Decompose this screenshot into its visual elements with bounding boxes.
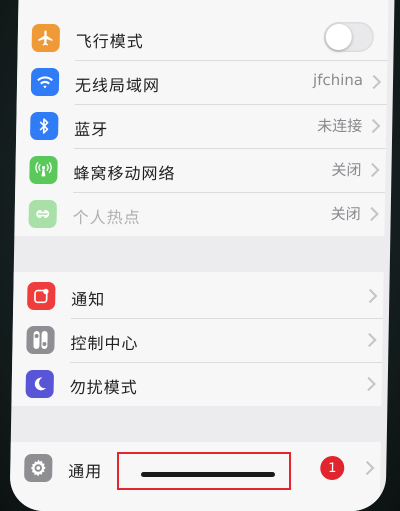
- hotspot-icon: [28, 200, 57, 228]
- gear-icon: [24, 454, 53, 482]
- settings-screen: 飞行模式 无线局域网 jfchina 蓝牙 未连接 蜂窝移动网络 关闭 个人热点…: [9, 0, 395, 511]
- cellular-label: 蜂窝移动网络: [73, 164, 176, 183]
- connectivity-section: 飞行模式 无线局域网 jfchina 蓝牙 未连接 蜂窝移动网络 关闭 个人热点…: [14, 0, 389, 236]
- airplane-mode-label: 飞行模式: [75, 32, 144, 51]
- notification-badge: 1: [320, 456, 345, 480]
- airplane-icon: [31, 24, 61, 52]
- chevron-right-icon: [362, 332, 377, 348]
- personal-hotspot-label: 个人热点: [72, 208, 141, 227]
- chevron-right-icon: [366, 74, 382, 90]
- settings-row-airplane-mode[interactable]: 飞行模式: [17, 16, 388, 60]
- cellular-icon: [29, 156, 58, 184]
- highlight-annotation-box: [117, 452, 291, 490]
- bluetooth-value: 未连接: [317, 117, 363, 135]
- settings-row-bluetooth[interactable]: 蓝牙 未连接: [16, 104, 387, 148]
- personal-hotspot-value: 关闭: [330, 205, 361, 223]
- moon-icon: [25, 370, 55, 398]
- chevron-right-icon: [363, 288, 378, 304]
- chevron-right-icon: [365, 162, 380, 178]
- toggle-knob: [325, 24, 353, 50]
- chevron-right-icon: [361, 376, 376, 392]
- notifications-icon: [27, 282, 56, 310]
- settings-row-control-center[interactable]: 控制中心: [12, 318, 383, 362]
- control-center-icon: [26, 326, 55, 354]
- airplane-mode-toggle[interactable]: [323, 22, 375, 52]
- bluetooth-icon: [30, 112, 59, 140]
- settings-row-cellular[interactable]: 蜂窝移动网络 关闭: [15, 148, 386, 192]
- cellular-value: 关闭: [331, 161, 362, 179]
- control-center-label: 控制中心: [70, 334, 139, 353]
- chevron-right-icon: [364, 206, 379, 222]
- settings-row-personal-hotspot[interactable]: 个人热点 关闭: [14, 192, 385, 236]
- bluetooth-label: 蓝牙: [74, 120, 109, 139]
- notifications-label: 通知: [71, 290, 106, 309]
- wifi-icon: [30, 68, 60, 96]
- settings-row-wifi[interactable]: 无线局域网 jfchina: [17, 60, 388, 104]
- settings-row-notifications[interactable]: 通知: [13, 274, 384, 318]
- phone-frame: 飞行模式 无线局域网 jfchina 蓝牙 未连接 蜂窝移动网络 关闭 个人热点…: [0, 0, 400, 511]
- wifi-label: 无线局域网: [74, 76, 161, 95]
- do-not-disturb-label: 勿扰模式: [69, 378, 138, 397]
- general-label: 通用: [68, 462, 103, 481]
- wifi-value: jfchina: [312, 71, 364, 89]
- chevron-right-icon: [366, 118, 381, 134]
- settings-row-do-not-disturb[interactable]: 勿扰模式: [11, 362, 382, 406]
- system-section: 通知 控制中心 勿扰模式: [11, 272, 384, 406]
- chevron-right-icon: [360, 460, 375, 476]
